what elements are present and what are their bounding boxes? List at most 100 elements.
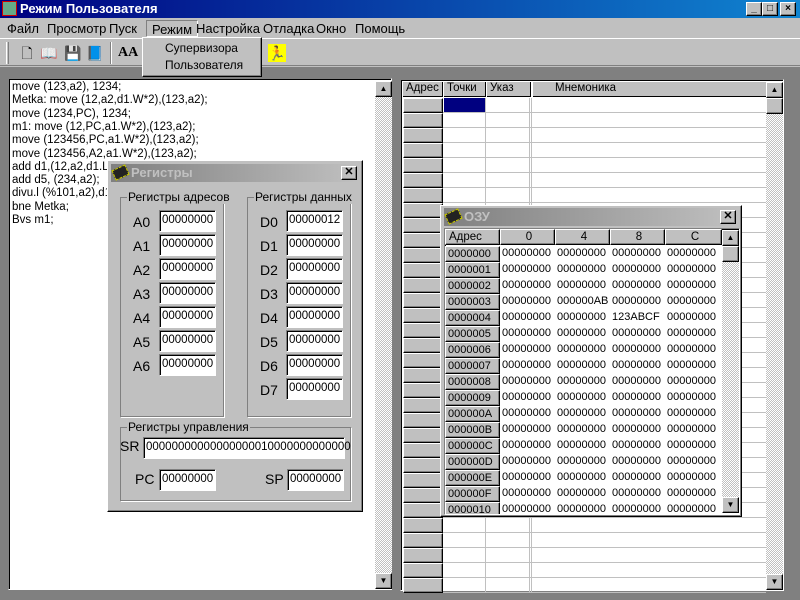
ram-cell[interactable]: 00000000 [502,246,551,261]
ram-cell[interactable]: 00000000 [502,374,551,389]
register-field-a3[interactable]: 00000000 [159,282,216,304]
scroll-up-button[interactable]: ▲ [375,81,392,97]
row-header[interactable] [403,413,443,428]
ram-cell[interactable]: 00000000 [667,438,716,453]
ram-cell[interactable]: 00000000 [502,310,551,325]
register-field-d6[interactable]: 00000000 [286,354,343,376]
ram-cell[interactable]: 00000000 [502,486,551,501]
table-row[interactable] [443,128,766,143]
run-icon[interactable]: 🏃 [268,44,286,62]
row-header[interactable] [403,278,443,293]
ram-cell[interactable]: 00000000 [612,438,661,453]
close-button[interactable]: ✕ [341,166,357,180]
ram-address[interactable]: 000000A [445,406,500,422]
ram-cell[interactable]: 00000000 [557,406,606,421]
ram-grid[interactable]: Адрес 0 4 8 C 0000000 00000000 00000000 00000000… [444,228,740,515]
row-header[interactable] [403,203,443,218]
scroll-down-button[interactable]: ▼ [722,497,739,513]
editor-scrollbar[interactable]: ▲ ▼ [375,81,392,589]
row-header[interactable] [403,368,443,383]
row-header[interactable] [403,143,443,158]
ram-address[interactable]: 0000004 [445,310,500,326]
ram-cell[interactable]: 00000000 [667,454,716,469]
ram-cell[interactable]: 00000000 [557,502,606,514]
ram-cell[interactable]: 00000000 [557,374,606,389]
ram-address[interactable]: 0000008 [445,374,500,390]
row-header[interactable] [403,563,443,578]
register-field-d5[interactable]: 00000000 [286,330,343,352]
table-row[interactable] [443,113,766,128]
ram-cell[interactable]: 123ABCF [612,310,660,325]
table-row[interactable] [443,173,766,188]
ram-address[interactable]: 000000D [445,454,500,470]
ram-column-header[interactable]: 0 [500,229,555,245]
register-field-a5[interactable]: 00000000 [159,330,216,352]
menu-6[interactable]: Окно [311,20,351,37]
ram-cell[interactable]: 00000000 [612,342,661,357]
row-header[interactable] [403,533,443,548]
row-header[interactable] [403,548,443,563]
ram-cell[interactable]: 00000000 [502,390,551,405]
ram-cell[interactable]: 00000000 [557,310,606,325]
row-header[interactable] [403,248,443,263]
row-header[interactable] [403,218,443,233]
register-field-a1[interactable]: 00000000 [159,234,216,256]
ram-address[interactable]: 0000001 [445,262,500,278]
ram-cell[interactable]: 00000000 [612,454,661,469]
ram-cell[interactable]: 00000000 [667,374,716,389]
menu-item-user[interactable]: Пользователя [165,58,243,72]
ram-cell[interactable]: 00000000 [667,486,716,501]
ram-cell[interactable]: 00000000 [557,422,606,437]
pc-field[interactable]: 00000000 [159,469,216,491]
row-header[interactable] [403,398,443,413]
ram-cell[interactable]: 00000000 [557,438,606,453]
grid-scrollbar[interactable]: ▲ ▼ [766,82,783,590]
ram-cell[interactable]: 00000000 [612,486,661,501]
table-row[interactable] [443,98,766,113]
ram-cell[interactable]: 00000000 [612,470,661,485]
ram-address[interactable]: 000000F [445,486,500,502]
ram-cell[interactable]: 00000000 [502,438,551,453]
ram-address[interactable]: 0000009 [445,390,500,406]
table-row[interactable] [443,548,766,563]
menu-0[interactable]: Файл [2,20,44,37]
menu-4[interactable]: Настройка [191,20,265,37]
row-header[interactable] [403,173,443,188]
ram-cell[interactable]: 00000000 [667,294,716,309]
ram-cell[interactable]: 00000000 [557,326,606,341]
ram-cell[interactable]: 00000000 [502,294,551,309]
scroll-thumb[interactable] [766,98,783,114]
menu-7[interactable]: Помощь [350,20,410,37]
row-header[interactable] [403,488,443,503]
ram-cell[interactable]: 00000000 [612,294,661,309]
ram-cell[interactable]: 00000000 [502,406,551,421]
row-header[interactable] [403,233,443,248]
sp-field[interactable]: 00000000 [287,469,344,491]
row-header[interactable] [403,98,443,113]
ram-cell[interactable]: 00000000 [502,502,551,514]
menu-item-supervisor[interactable]: Супервизора [165,41,238,55]
row-header[interactable] [403,458,443,473]
ram-column-header[interactable]: C [665,229,722,245]
register-field-a2[interactable]: 00000000 [159,258,216,280]
ram-cell[interactable]: 00000000 [667,262,716,277]
ram-cell[interactable]: 00000000 [502,422,551,437]
row-header[interactable] [403,443,443,458]
column-header-2[interactable]: Указ [487,82,531,97]
ram-cell[interactable]: 00000000 [612,326,661,341]
row-header[interactable] [403,293,443,308]
new-file-icon[interactable]: 🗋 [18,44,36,62]
row-header[interactable] [403,128,443,143]
ram-column-header[interactable]: 4 [555,229,610,245]
row-header[interactable] [403,353,443,368]
ram-cell[interactable]: 00000000 [612,358,661,373]
ram-address[interactable]: 0000000 [445,246,500,262]
scroll-down-button[interactable]: ▼ [766,574,783,590]
ram-cell[interactable]: 00000000 [667,502,716,514]
ram-cell[interactable]: 00000000 [667,406,716,421]
ram-cell[interactable]: 00000000 [612,422,661,437]
row-header[interactable] [403,158,443,173]
row-header[interactable] [403,113,443,128]
ram-cell[interactable]: 00000000 [612,502,661,514]
ram-cell[interactable]: 00000000 [502,454,551,469]
